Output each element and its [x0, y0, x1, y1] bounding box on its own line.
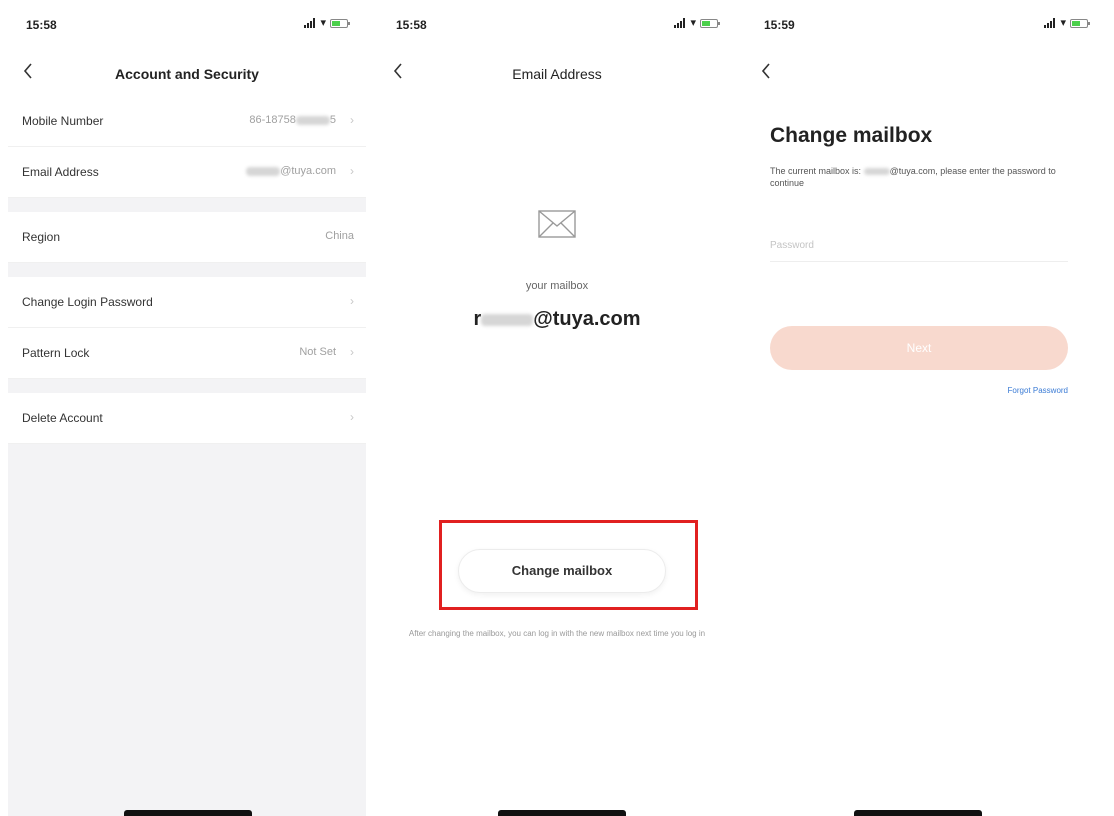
nav-bar — [746, 62, 1106, 88]
status-time: 15:58 — [396, 18, 427, 32]
page-title: Account and Security — [115, 66, 259, 82]
chevron-right-icon: › — [350, 113, 354, 127]
change-login-password-row[interactable]: Change Login Password › — [8, 277, 366, 328]
envelope-icon — [538, 210, 576, 238]
signal-icon — [674, 18, 686, 28]
settings-list: Mobile Number 86-18758 5 › Email Address … — [8, 96, 366, 816]
status-bar: 15:59 ▾ — [764, 17, 1090, 34]
email-address-value: @tuya.com — [246, 165, 336, 177]
chevron-right-icon: › — [350, 345, 354, 359]
signal-icon — [1044, 18, 1056, 28]
wifi-icon: ▾ — [1060, 17, 1066, 29]
home-indicator — [854, 810, 982, 816]
forgot-password-link[interactable]: Forgot Password — [1008, 386, 1068, 395]
battery-icon — [330, 18, 350, 28]
home-indicator — [498, 810, 626, 816]
pattern-lock-value: Not Set — [299, 346, 336, 358]
page-title: Email Address — [512, 66, 602, 82]
status-time: 15:58 — [26, 18, 57, 32]
mobile-number-row[interactable]: Mobile Number 86-18758 5 › — [8, 96, 366, 147]
back-icon[interactable] — [760, 62, 780, 86]
region-value: China — [325, 230, 354, 242]
change-mailbox-hint: After changing the mailbox, you can log … — [408, 629, 706, 638]
mobile-number-value: 86-18758 5 — [249, 114, 336, 126]
signal-icon — [304, 18, 316, 28]
battery-icon — [700, 18, 720, 28]
pattern-lock-row[interactable]: Pattern Lock Not Set › — [8, 328, 366, 379]
email-address-row[interactable]: Email Address @tuya.com › — [8, 147, 366, 198]
mailbox-caption: your mailbox — [525, 280, 589, 292]
change-mailbox-button[interactable]: Change mailbox — [458, 549, 666, 593]
page-heading: Change mailbox — [770, 124, 933, 147]
chevron-right-icon: › — [350, 410, 354, 424]
next-button[interactable]: Next — [770, 326, 1068, 370]
status-time: 15:59 — [764, 18, 795, 32]
battery-icon — [1070, 18, 1090, 28]
region-row[interactable]: Region China — [8, 212, 366, 263]
nav-bar: Email Address — [378, 62, 736, 88]
password-input[interactable] — [770, 230, 1068, 262]
status-bar: 15:58 ▾ — [396, 17, 720, 34]
wifi-icon: ▾ — [690, 17, 696, 29]
status-bar: 15:58 ▾ — [26, 17, 350, 34]
delete-account-row[interactable]: Delete Account › — [8, 393, 366, 444]
email-address-screen: 15:58 ▾ Email Address your mailbox r @tuy… — [378, 0, 736, 816]
mailbox-description: The current mailbox is: @tuya.com, pleas… — [770, 166, 1056, 188]
home-indicator — [124, 810, 252, 816]
chevron-right-icon: › — [350, 164, 354, 178]
wifi-icon: ▾ — [320, 17, 326, 29]
current-mailbox: r @tuya.com — [473, 308, 641, 330]
chevron-right-icon: › — [350, 294, 354, 308]
change-mailbox-screen: 15:59 ▾ Change mailbox The current mailb… — [746, 0, 1106, 816]
account-security-screen: 15:58 ▾ Account and Security Mobile Numb… — [8, 0, 366, 816]
nav-bar: Account and Security — [8, 62, 366, 88]
